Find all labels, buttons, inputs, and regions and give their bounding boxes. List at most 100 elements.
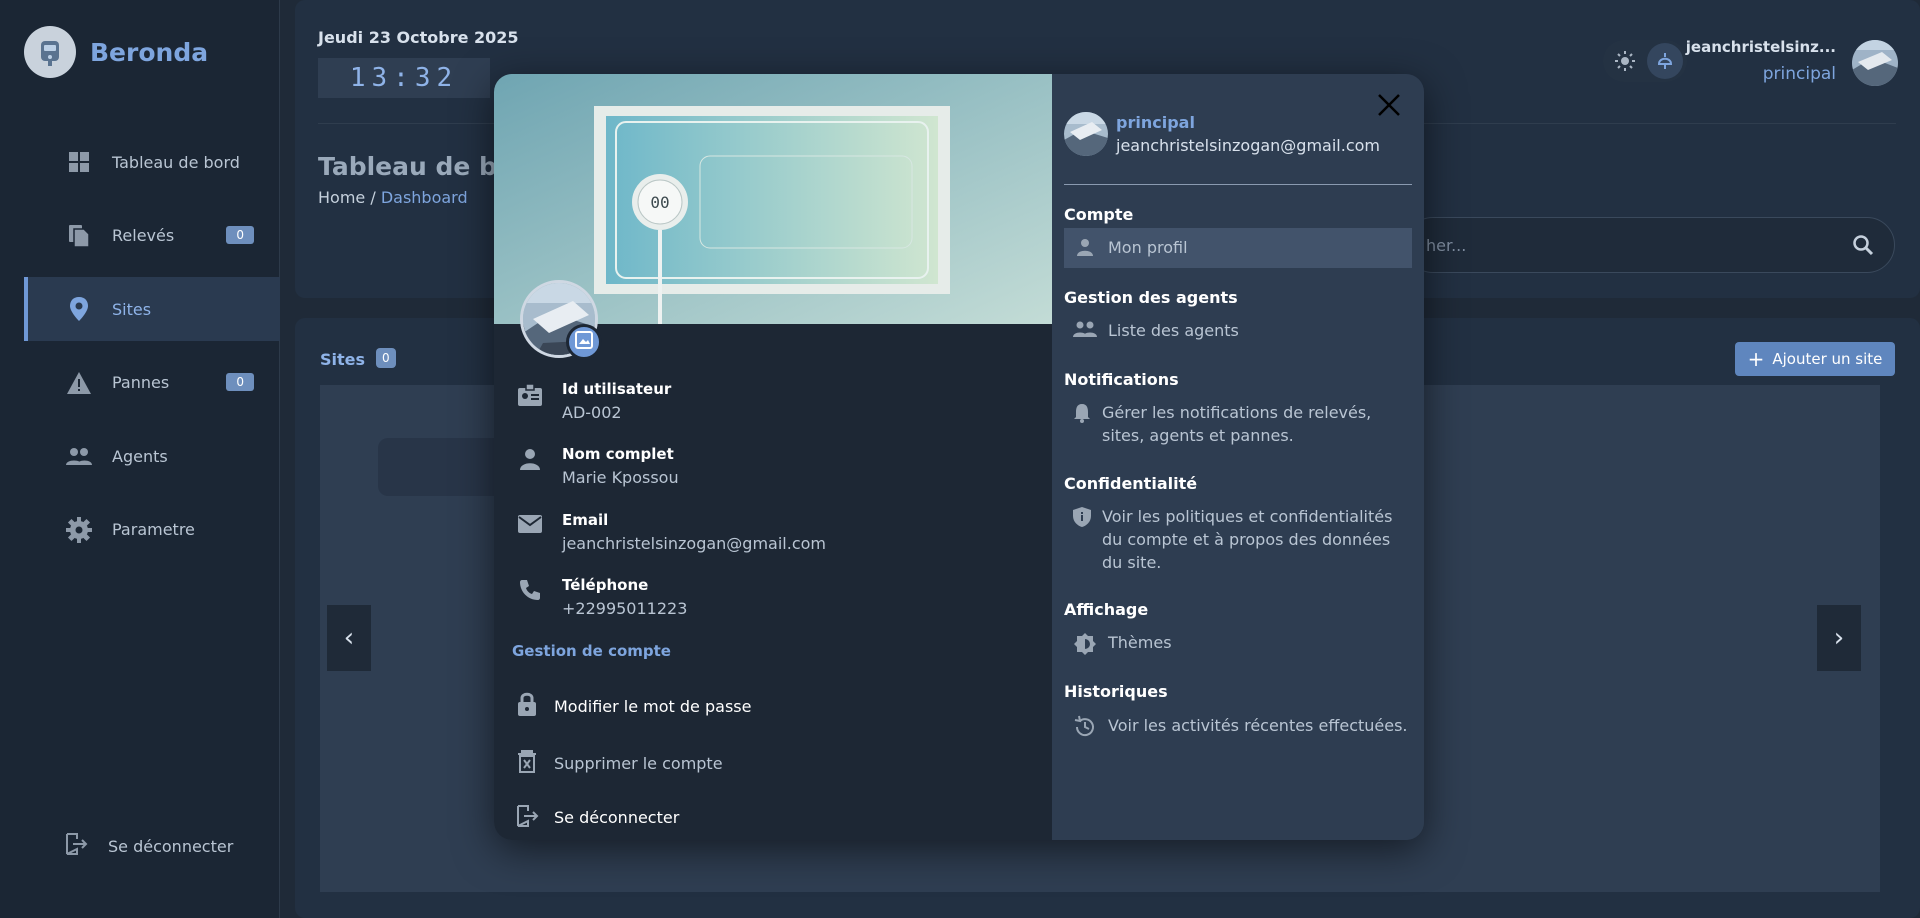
breadcrumb-home[interactable]: Home (318, 188, 365, 207)
modal-logout-button[interactable]: Se déconnecter (514, 802, 679, 832)
page-title: Tableau de bo (318, 152, 515, 181)
location-icon (66, 296, 92, 322)
carousel-next-button[interactable]: › (1817, 605, 1861, 671)
svg-text:00: 00 (650, 193, 669, 212)
plus-icon: + (1747, 347, 1765, 371)
id-badge-icon (514, 380, 546, 422)
account-divider (1064, 184, 1412, 185)
header-user-name: jeanchristelsinz... (1685, 38, 1836, 56)
header-user-role: principal (1762, 64, 1836, 84)
sidebar-nav: Tableau de bord Relevés 0 Sites Pannes 0… (24, 130, 280, 571)
history-icon (1072, 714, 1098, 739)
modal-logout-label: Se déconnecter (554, 807, 680, 827)
section-confidentialite: Confidentialité (1064, 474, 1198, 493)
section-notifications: Notifications (1064, 370, 1179, 389)
menu-item-confidentialite[interactable]: Voir les politiques et confidentialités … (1064, 497, 1412, 582)
info-key: Nom complet (562, 445, 674, 463)
theme-toggle[interactable] (1603, 40, 1687, 82)
menu-item-label: Mon profil (1108, 238, 1188, 257)
menu-item-label: Liste des agents (1108, 321, 1239, 340)
info-value: AD-002 (562, 403, 622, 422)
sidebar-logout[interactable]: Se déconnecter (64, 832, 233, 860)
account-avatar (1064, 112, 1108, 156)
search-icon[interactable] (1852, 234, 1874, 260)
logout-icon (514, 802, 540, 832)
document-icon (66, 223, 92, 249)
moon-icon[interactable] (1647, 43, 1683, 79)
dashboard-icon (66, 149, 92, 175)
sidebar-item-sites[interactable]: Sites (24, 277, 280, 341)
sidebar-item-label: Relevés (112, 226, 175, 245)
info-value: Marie Kpossou (562, 468, 679, 487)
sidebar-item-label: Tableau de bord (112, 152, 240, 172)
sidebar-item-releves[interactable]: Relevés 0 (24, 204, 280, 268)
menu-item-themes[interactable]: Thèmes (1064, 623, 1412, 664)
menu-item-liste-agents[interactable]: Liste des agents (1064, 311, 1412, 350)
section-historiques: Historiques (1064, 682, 1168, 701)
menu-item-label: Voir les activités récentes effectuées. (1108, 716, 1408, 735)
section-compte: Compte (1064, 205, 1134, 224)
info-key: Email (562, 511, 609, 529)
info-key: Id utilisateur (562, 380, 672, 398)
image-edit-icon (575, 331, 593, 353)
search-input[interactable] (1406, 218, 1826, 272)
sidebar-item-tableau-de-bord[interactable]: Tableau de bord (24, 130, 280, 194)
info-row-user-id: Id utilisateur AD-002 (514, 380, 671, 422)
profile-modal-right: principal jeanchristelsinzogan@gmail.com… (1052, 74, 1424, 840)
lock-icon (514, 691, 540, 721)
bell-icon (1072, 401, 1092, 424)
clock: 13:32 (318, 58, 490, 98)
trash-icon (514, 748, 540, 778)
sidebar-item-label: Parametre (112, 520, 195, 539)
info-row-full-name: Nom complet Marie Kpossou (514, 445, 679, 487)
header-avatar[interactable] (1852, 40, 1898, 86)
change-password-label: Modifier le mot de passe (554, 696, 752, 716)
sidebar-item-pannes[interactable]: Pannes 0 (24, 351, 280, 415)
sidebar-item-agents[interactable]: Agents (24, 424, 280, 488)
menu-item-mon-profil[interactable]: Mon profil (1064, 228, 1412, 268)
account-management-title: Gestion de compte (512, 642, 671, 660)
sidebar-item-label: Pannes (112, 373, 170, 392)
account-role: principal (1116, 113, 1195, 132)
menu-item-notifications[interactable]: Gérer les notifications de relevés, site… (1064, 393, 1412, 455)
gear-icon (66, 516, 92, 543)
menu-item-label: Gérer les notifications de relevés, site… (1102, 403, 1372, 445)
brightness-icon (1072, 631, 1098, 656)
delete-account-button[interactable]: Supprimer le compte (514, 748, 723, 778)
section-affichage: Affichage (1064, 600, 1149, 619)
info-key: Téléphone (562, 576, 649, 594)
person-icon (514, 445, 546, 487)
account-summary: principal jeanchristelsinzogan@gmail.com (1064, 112, 1380, 156)
section-gestion-agents: Gestion des agents (1064, 288, 1238, 307)
pannes-badge: 0 (226, 372, 254, 391)
profile-modal: 00 Id utilisateur AD-002 Nom complet Mar… (494, 74, 1424, 840)
brand: Beronda (24, 26, 208, 78)
info-row-phone: Téléphone +22995011223 (514, 576, 687, 618)
person-icon (1072, 236, 1098, 257)
sun-icon[interactable] (1607, 43, 1643, 79)
delete-account-label: Supprimer le compte (554, 753, 723, 773)
mail-icon (514, 511, 546, 553)
sites-label: Sites (320, 350, 366, 369)
sidebar-item-label: Agents (112, 446, 168, 466)
sidebar-item-parametre[interactable]: Parametre (24, 498, 280, 562)
menu-item-label: Voir les politiques et confidentialités … (1102, 507, 1393, 572)
search-box (1405, 217, 1895, 273)
info-row-email: Email jeanchristelsinzogan@gmail.com (514, 511, 826, 553)
current-date: Jeudi 23 Octobre 2025 (318, 28, 519, 47)
add-site-button[interactable]: + Ajouter un site (1735, 342, 1895, 376)
sidebar-item-label: Sites (112, 299, 152, 319)
sites-count-badge: 0 (376, 348, 396, 368)
info-value: +22995011223 (562, 599, 688, 618)
change-photo-button[interactable] (566, 324, 602, 360)
warning-icon (66, 370, 92, 396)
account-email: jeanchristelsinzogan@gmail.com (1116, 136, 1380, 155)
change-password-button[interactable]: Modifier le mot de passe (514, 691, 751, 721)
menu-item-label: Thèmes (1108, 633, 1172, 652)
people-icon (66, 443, 92, 469)
menu-item-historiques[interactable]: Voir les activités récentes effectuées. (1064, 706, 1412, 747)
carousel-prev-button[interactable]: ‹ (327, 605, 371, 671)
phone-icon (514, 576, 546, 618)
breadcrumb-current: Dashboard (380, 188, 468, 207)
people-icon (1072, 319, 1098, 338)
